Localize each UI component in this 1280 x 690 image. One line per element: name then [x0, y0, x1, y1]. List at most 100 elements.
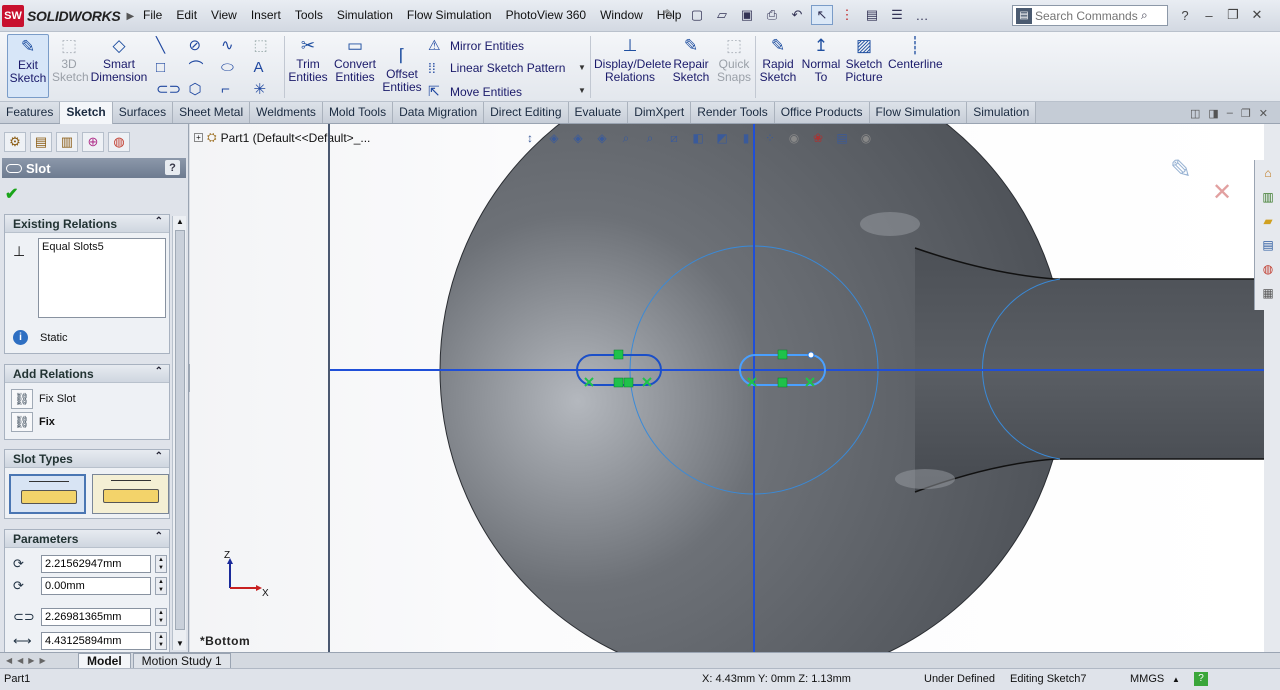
display-manager-tab-icon[interactable]: ◍: [108, 132, 130, 152]
chevron-down-icon[interactable]: ▼: [578, 63, 586, 72]
ok-check-icon[interactable]: ✔: [5, 184, 18, 204]
spinner[interactable]: ▲ ▼: [155, 608, 167, 626]
solidworks-logo[interactable]: SW SOLIDWORKS ▶: [2, 4, 134, 28]
polygon-icon[interactable]: ⬡: [183, 80, 216, 98]
dimxpert-manager-tab-icon[interactable]: ⊕: [82, 132, 104, 152]
view-orientation-icon[interactable]: ◧: [690, 130, 706, 146]
fix-slot-option[interactable]: ⛓ Fix Slot: [11, 389, 76, 409]
menu-window[interactable]: Window: [593, 8, 650, 22]
tab-office-products[interactable]: Office Products: [774, 102, 870, 123]
linear-sketch-pattern-button[interactable]: ⁞⁞ Linear Sketch Pattern: [428, 60, 565, 76]
view-settings-icon[interactable]: ❀: [810, 130, 826, 146]
select-pointer-icon[interactable]: ↖: [811, 5, 833, 25]
pin-icon[interactable]: ✎: [664, 7, 674, 21]
tab-data-migration[interactable]: Data Migration: [393, 102, 485, 123]
zoom-to-fit-icon[interactable]: ↕: [522, 130, 538, 146]
move-entities-button[interactable]: ⇱ Move Entities: [428, 83, 522, 100]
help-icon[interactable]: ?: [1176, 6, 1194, 24]
display-style-icon[interactable]: ◩: [714, 130, 730, 146]
rapid-sketch-button[interactable]: ✎ Rapid Sketch: [758, 34, 798, 84]
menu-view[interactable]: View: [204, 8, 244, 22]
view-cube-icon[interactable]: ◈: [594, 130, 610, 146]
undo-icon[interactable]: ↶: [786, 5, 808, 25]
more-view-icon[interactable]: ◉: [858, 130, 874, 146]
hide-show-items-icon[interactable]: ▮: [738, 130, 754, 146]
save-icon[interactable]: ▣: [736, 5, 758, 25]
render-tools-icon[interactable]: ▤: [834, 130, 850, 146]
group-header[interactable]: Slot Types ⌃: [5, 450, 169, 468]
more-icon[interactable]: …: [911, 5, 933, 25]
menu-edit[interactable]: Edit: [169, 8, 204, 22]
collapse-icon[interactable]: ⌃: [155, 451, 163, 462]
view-cube-icon[interactable]: ◈: [546, 130, 562, 146]
zoom-to-area-icon[interactable]: ⌕: [618, 130, 634, 146]
feature-tree-flyout[interactable]: + ⛭ Part1 (Default<<Default>_...: [194, 130, 370, 145]
spline-icon[interactable]: ∿: [215, 36, 248, 54]
open-folder-icon[interactable]: ▱: [711, 5, 733, 25]
collapse-icon[interactable]: ⌃: [155, 531, 163, 542]
restore-icon[interactable]: ❐: [1224, 6, 1242, 24]
tab-evaluate[interactable]: Evaluate: [568, 102, 629, 123]
spinner[interactable]: ▲ ▼: [155, 577, 167, 595]
menu-file[interactable]: File: [136, 8, 169, 22]
graphics-area[interactable]: + ⛭ Part1 (Default<<Default>_... ↕ ◈ ◈ ◈…: [190, 124, 1264, 652]
minimize-icon[interactable]: –: [1200, 6, 1218, 24]
section-view-icon[interactable]: ⧄: [666, 130, 682, 146]
exit-sketch-button[interactable]: ✎ Exit Sketch: [7, 34, 49, 98]
close-icon[interactable]: ✕: [1259, 107, 1268, 120]
tab-navigation-arrows-icon[interactable]: ◀◀▶▶: [6, 656, 76, 665]
view-palette-icon[interactable]: ▤: [1258, 235, 1278, 255]
arc-icon[interactable]: ⌒: [183, 57, 216, 78]
fillet-icon[interactable]: ⌐: [215, 81, 248, 98]
slot-icon[interactable]: ⊂⊃: [150, 80, 183, 98]
3d-sketch-button[interactable]: ⬚ 3D Sketch: [52, 34, 89, 84]
smart-dimension-button[interactable]: ◇ Smart Dimension: [90, 34, 148, 84]
configuration-manager-tab-icon[interactable]: ▥: [56, 132, 78, 152]
trim-entities-button[interactable]: ✂ Trim Entities: [288, 34, 328, 84]
tab-mold-tools[interactable]: Mold Tools: [322, 102, 394, 123]
scroll-up-icon[interactable]: ▲: [175, 217, 185, 227]
construction-geometry-icon[interactable]: ⬚: [248, 36, 281, 54]
tab-sketch[interactable]: Sketch: [60, 102, 113, 124]
apply-scene-icon[interactable]: ◉: [786, 130, 802, 146]
offset-entities-button[interactable]: ⌈ Offset Entities: [382, 44, 422, 94]
chevron-right-icon[interactable]: ▶: [126, 11, 134, 22]
straight-slot-center-type[interactable]: [9, 474, 86, 514]
new-document-icon[interactable]: ▢: [686, 5, 708, 25]
slot-endpoint-handle[interactable]: [807, 351, 815, 359]
line-icon[interactable]: ╲: [150, 36, 183, 54]
tile-horizontal-icon[interactable]: ◫: [1190, 107, 1200, 120]
home-icon[interactable]: ⌂: [1258, 163, 1278, 183]
search-icon[interactable]: ⌕: [1141, 8, 1148, 23]
property-manager-tab-icon[interactable]: ▤: [30, 132, 52, 152]
search-commands-box[interactable]: ▤ ⌕: [1012, 5, 1168, 26]
normal-to-button[interactable]: ↥ Normal To: [800, 34, 842, 84]
repair-sketch-button[interactable]: ✎ Repair Sketch: [670, 34, 712, 84]
tile-vertical-icon[interactable]: ◨: [1208, 107, 1218, 120]
tab-simulation[interactable]: Simulation: [967, 102, 1037, 123]
search-input[interactable]: [1035, 8, 1139, 23]
centerline-button[interactable]: ┊ Centerline: [888, 34, 943, 71]
feature-tree-root[interactable]: Part1 (Default<<Default>_...: [221, 131, 371, 145]
tab-motion-study[interactable]: Motion Study 1: [132, 653, 231, 668]
mirror-entities-button[interactable]: ⚠ Mirror Entities: [428, 37, 524, 54]
menu-photoview[interactable]: PhotoView 360: [499, 8, 594, 22]
file-properties-icon[interactable]: ▤: [861, 5, 883, 25]
options-icon[interactable]: ☰: [886, 5, 908, 25]
menu-insert[interactable]: Insert: [244, 8, 288, 22]
slot-length-input[interactable]: [41, 608, 151, 626]
units-chevron-up-icon[interactable]: ▲: [1172, 675, 1180, 684]
spinner[interactable]: ▲ ▼: [155, 632, 167, 650]
group-header[interactable]: Existing Relations ⌃: [5, 215, 169, 233]
group-header[interactable]: Add Relations ⌃: [5, 365, 169, 383]
previous-view-icon[interactable]: ⌕: [642, 130, 658, 146]
tab-direct-editing[interactable]: Direct Editing: [484, 102, 569, 123]
group-header[interactable]: Parameters ⌃: [5, 530, 169, 548]
rectangle-icon[interactable]: □: [150, 59, 183, 76]
tab-sheet-metal[interactable]: Sheet Metal: [173, 102, 251, 123]
tab-model[interactable]: Model: [78, 653, 131, 668]
appearances-icon[interactable]: ◍: [1258, 259, 1278, 279]
custom-properties-icon[interactable]: ▦: [1258, 283, 1278, 303]
print-icon[interactable]: ⎙: [761, 5, 783, 25]
tab-flow-simulation[interactable]: Flow Simulation: [869, 102, 968, 123]
